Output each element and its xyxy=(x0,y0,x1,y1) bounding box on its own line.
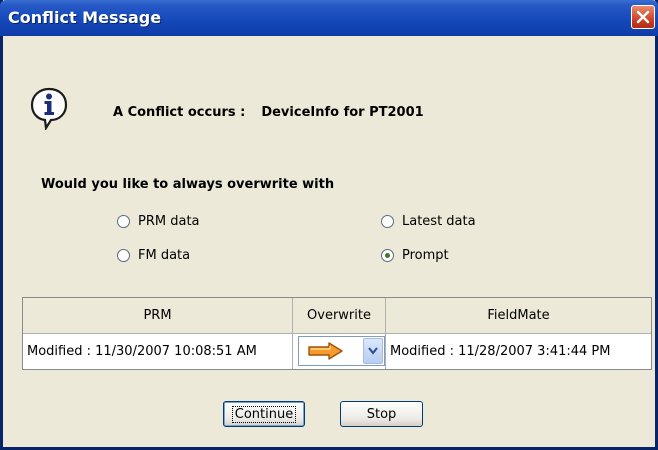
fieldmate-modified-cell: Modified : 11/28/2007 3:41:44 PM xyxy=(386,334,651,369)
continue-label: Continue xyxy=(231,405,297,423)
column-header-prm: PRM xyxy=(23,298,293,334)
title-bar[interactable]: Conflict Message xyxy=(0,0,658,36)
arrow-right-icon xyxy=(308,342,343,360)
radio-button[interactable] xyxy=(381,215,394,228)
radio-label: Prompt xyxy=(402,248,449,263)
continue-button[interactable]: Continue xyxy=(223,401,305,427)
radio-button[interactable] xyxy=(117,215,130,228)
stop-button[interactable]: Stop xyxy=(340,401,423,427)
prm-modified-cell: Modified : 11/30/2007 10:08:51 AM xyxy=(23,334,293,369)
conflict-message: A Conflict occurs : DeviceInfo for PT2001 xyxy=(113,105,424,120)
radio-button[interactable] xyxy=(381,249,394,262)
radio-latest-data[interactable]: Latest data xyxy=(381,214,476,229)
dropdown-button[interactable] xyxy=(363,338,383,364)
overwrite-direction-select[interactable] xyxy=(298,336,385,366)
radio-prompt[interactable]: Prompt xyxy=(381,248,449,263)
radio-fm-data[interactable]: FM data xyxy=(117,248,190,263)
conflict-dialog: Conflict Message A Conflict occurs : Devi… xyxy=(0,0,658,450)
chevron-down-icon xyxy=(368,347,378,355)
info-icon xyxy=(30,87,68,130)
column-header-fieldmate: FieldMate xyxy=(386,298,651,334)
radio-button[interactable] xyxy=(117,249,130,262)
radio-label: FM data xyxy=(138,248,191,263)
conflict-target: DeviceInfo for PT2001 xyxy=(261,105,424,120)
stop-label: Stop xyxy=(366,406,397,422)
window-title: Conflict Message xyxy=(8,8,162,27)
close-icon xyxy=(636,10,650,24)
overwrite-question: Would you like to always overwrite with xyxy=(41,177,335,192)
radio-prm-data[interactable]: PRM data xyxy=(117,214,200,229)
radio-label: Latest data xyxy=(402,214,476,229)
conflict-table: PRM Overwrite FieldMate Modified : 11/30… xyxy=(22,297,652,370)
column-header-overwrite: Overwrite xyxy=(293,298,386,334)
radio-label: PRM data xyxy=(138,214,200,229)
close-button[interactable] xyxy=(631,5,655,29)
conflict-prefix: A Conflict occurs : xyxy=(113,105,246,120)
